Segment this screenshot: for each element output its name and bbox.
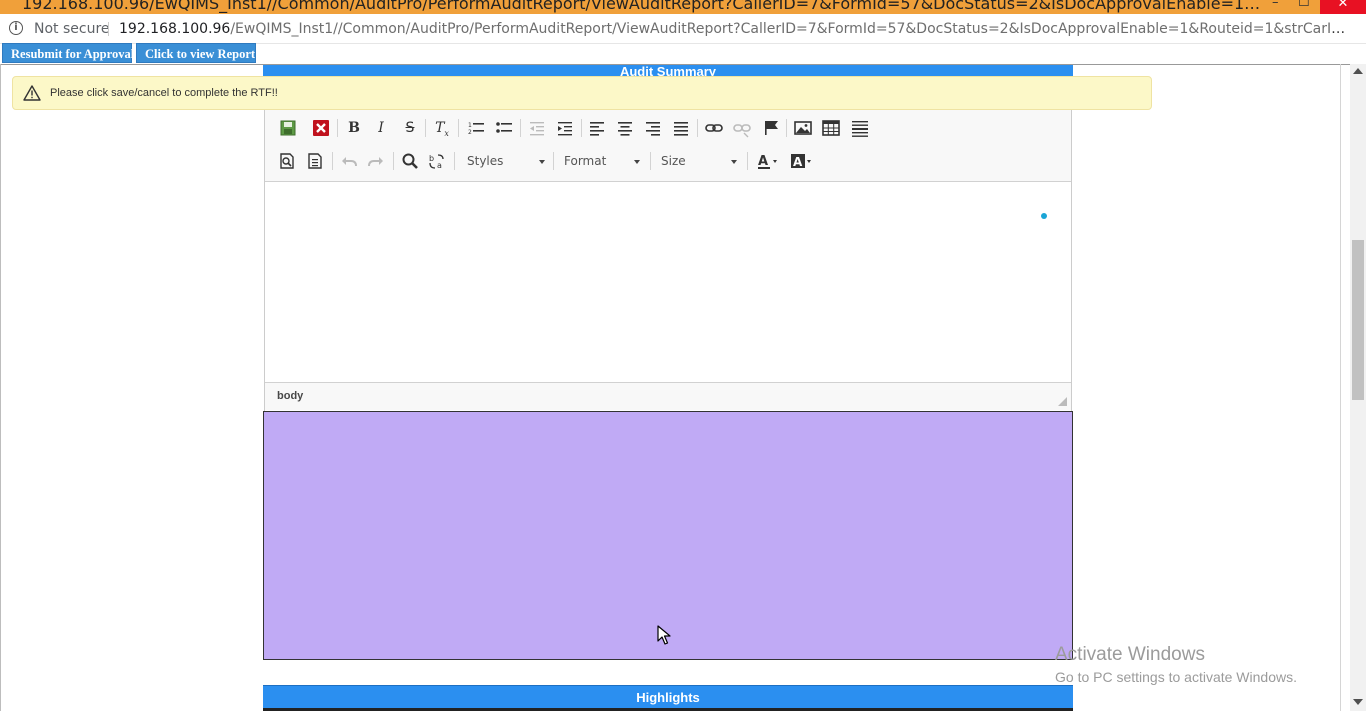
toolbar-separator xyxy=(393,152,394,170)
anchor-flag-icon[interactable] xyxy=(760,117,782,139)
decrease-indent-icon[interactable] xyxy=(526,117,548,139)
toolbar-separator xyxy=(581,119,582,137)
svg-text:A: A xyxy=(758,154,768,169)
preview-icon[interactable] xyxy=(276,150,298,172)
window-title-bar: 192.168.100.96/EwQIMS_Inst1//Common/Audi… xyxy=(0,0,1366,14)
bulleted-list-icon[interactable] xyxy=(493,117,515,139)
size-label: Size xyxy=(661,154,686,168)
rich-text-editor: B I S Tx 1 2 b a Styles Format Size A A … xyxy=(264,110,1072,411)
toolbar-separator xyxy=(337,119,338,137)
mouse-cursor-icon xyxy=(657,625,671,645)
address-divider xyxy=(108,22,109,36)
scroll-thumb[interactable] xyxy=(1352,240,1364,400)
alert-message: Please click save/cancel to complete the… xyxy=(50,87,278,99)
element-path[interactable]: body xyxy=(277,390,303,402)
toolbar-separator xyxy=(786,119,787,137)
watermark-title: Activate Windows xyxy=(1055,644,1205,665)
url-text[interactable]: 192.168.100.96/EwQIMS_Inst1//Common/Audi… xyxy=(119,21,1351,37)
align-right-icon[interactable] xyxy=(642,117,664,139)
page-scrollbar[interactable] xyxy=(1350,64,1366,711)
format-dropdown[interactable]: Format xyxy=(564,150,644,172)
summary-color-block xyxy=(263,411,1073,660)
url-host: 192.168.100.96 xyxy=(119,21,231,37)
rtf-warning-alert: Please click save/cancel to complete the… xyxy=(12,76,1152,110)
svg-text:A: A xyxy=(793,155,803,169)
scroll-down-icon[interactable] xyxy=(1353,699,1363,705)
toolbar-separator xyxy=(553,152,554,170)
info-icon[interactable]: i xyxy=(9,21,23,35)
background-color-icon[interactable]: A xyxy=(789,150,815,172)
close-icon[interactable]: ✕ xyxy=(1320,0,1366,14)
chevron-down-icon xyxy=(634,160,640,164)
text-color-icon[interactable]: A xyxy=(755,150,781,172)
resize-grip-icon[interactable] xyxy=(1058,397,1067,406)
activate-windows-watermark: Activate Windows Go to PC settings to ac… xyxy=(1055,644,1297,685)
svg-text:1: 1 xyxy=(468,122,472,129)
numbered-list-icon[interactable]: 1 2 xyxy=(465,117,487,139)
highlights-header: Highlights xyxy=(263,685,1073,708)
bold-icon[interactable]: B xyxy=(343,117,365,139)
table-icon[interactable] xyxy=(820,117,842,139)
toolbar-separator xyxy=(520,119,521,137)
format-label: Format xyxy=(564,154,607,168)
toolbar-separator xyxy=(650,152,651,170)
editor-caret-dot xyxy=(1041,213,1047,219)
url-path: /EwQIMS_Inst1//Common/AuditPro/PerformAu… xyxy=(230,21,1351,37)
italic-icon[interactable]: I xyxy=(370,117,392,139)
remove-format-icon[interactable]: Tx xyxy=(431,117,453,139)
minimize-icon[interactable]: – xyxy=(1272,0,1279,10)
toolbar-separator xyxy=(425,119,426,137)
undo-icon[interactable] xyxy=(338,150,360,172)
content-left-border xyxy=(0,64,1,711)
chevron-down-icon xyxy=(731,160,737,164)
address-bar[interactable]: i Not secure 192.168.100.96/EwQIMS_Inst1… xyxy=(0,14,1366,44)
find-icon[interactable] xyxy=(399,150,421,172)
horizontal-line-icon[interactable] xyxy=(849,117,871,139)
resubmit-for-approval-button[interactable]: Resubmit for Approval xyxy=(2,43,134,63)
toolbar-separator xyxy=(332,152,333,170)
styles-label: Styles xyxy=(467,154,504,168)
toolbar-separator xyxy=(458,119,459,137)
editor-content-area[interactable] xyxy=(265,183,1071,382)
templates-icon[interactable] xyxy=(304,150,326,172)
watermark-subtitle: Go to PC settings to activate Windows. xyxy=(1055,669,1297,685)
chevron-down-icon xyxy=(539,160,545,164)
scroll-up-icon[interactable] xyxy=(1353,68,1363,74)
view-report-button[interactable]: Click to view Report xyxy=(136,43,256,63)
align-center-icon[interactable] xyxy=(614,117,636,139)
unlink-icon[interactable] xyxy=(731,117,753,139)
editor-status-bar: body xyxy=(265,382,1071,410)
size-dropdown[interactable]: Size xyxy=(661,150,741,172)
toolbar-separator xyxy=(747,152,748,170)
styles-dropdown[interactable]: Styles xyxy=(467,150,549,172)
replace-icon[interactable]: b a xyxy=(426,150,448,172)
toolbar-separator xyxy=(697,119,698,137)
align-left-icon[interactable] xyxy=(586,117,608,139)
toolbar-separator xyxy=(454,152,455,170)
link-icon[interactable] xyxy=(703,117,725,139)
security-status[interactable]: Not secure xyxy=(34,21,110,37)
maximize-icon[interactable]: ☐ xyxy=(1298,0,1310,10)
cancel-icon[interactable] xyxy=(310,117,332,139)
svg-text:a: a xyxy=(437,161,442,170)
redo-icon[interactable] xyxy=(365,150,387,172)
justify-icon[interactable] xyxy=(670,117,692,139)
svg-text:b: b xyxy=(429,154,434,163)
increase-indent-icon[interactable] xyxy=(554,117,576,139)
editor-toolbar: B I S Tx 1 2 b a Styles Format Size A A xyxy=(265,110,1071,182)
svg-text:2: 2 xyxy=(468,129,472,136)
window-title: 192.168.100.96/EwQIMS_Inst1//Common/Audi… xyxy=(22,0,1262,13)
image-icon[interactable] xyxy=(792,117,814,139)
warning-icon xyxy=(23,85,41,101)
content-right-border xyxy=(1340,64,1341,711)
save-icon[interactable] xyxy=(277,117,299,139)
strikethrough-icon[interactable]: S xyxy=(399,117,421,139)
